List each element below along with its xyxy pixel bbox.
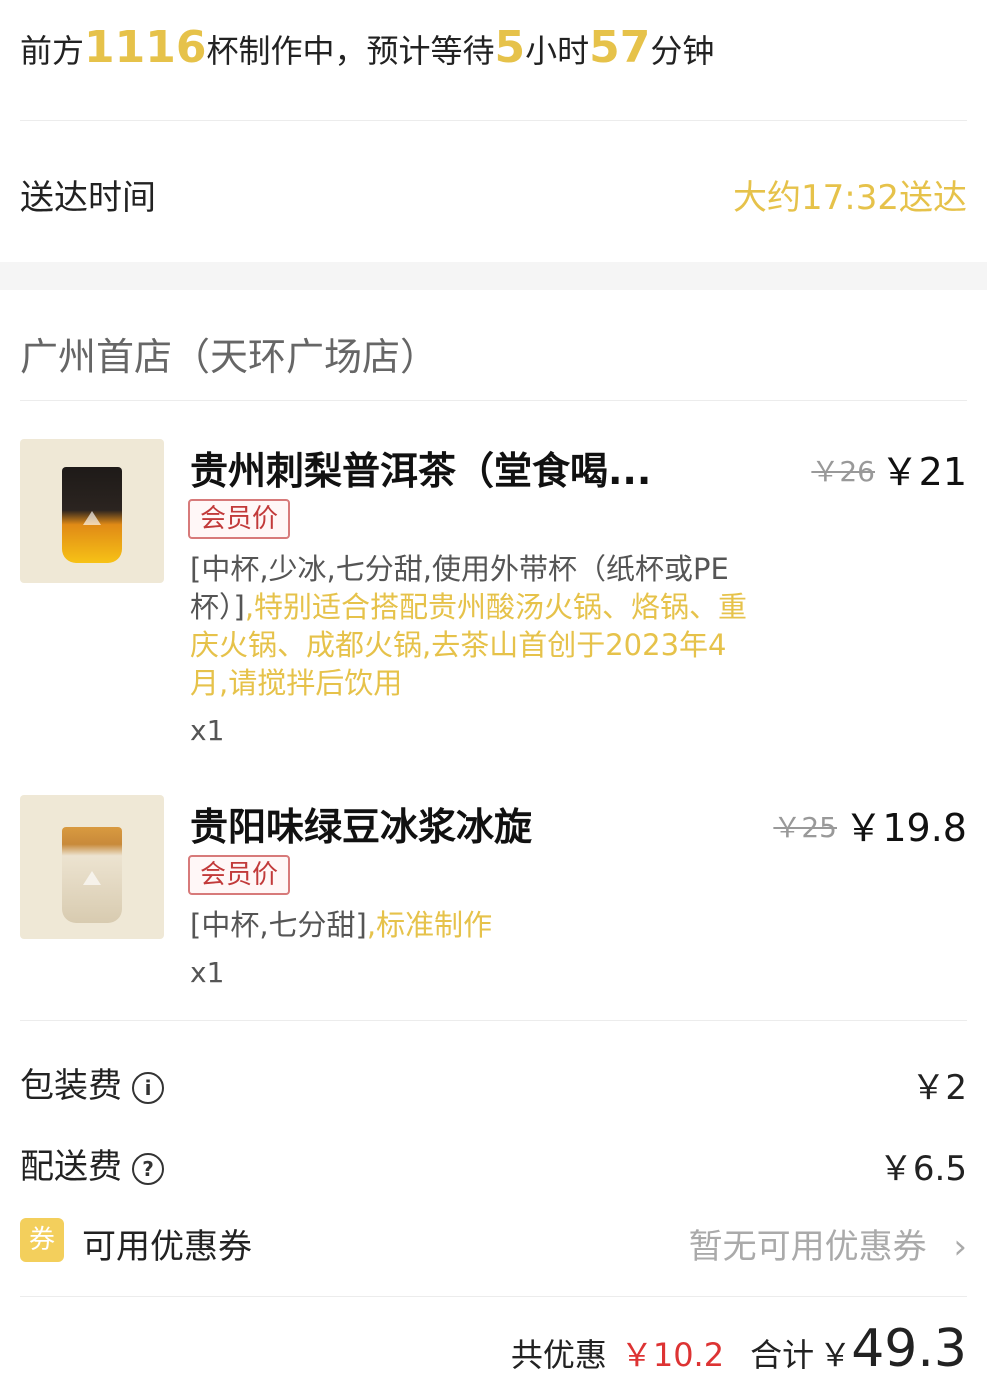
total-label: 合计 <box>750 1336 815 1374</box>
product-image <box>20 439 164 583</box>
delivery-time-label: 送达时间 <box>20 178 156 218</box>
packaging-fee-text: 包装费 <box>20 1066 122 1106</box>
logo-icon <box>83 871 101 885</box>
hour-unit: 小时 <box>525 32 590 70</box>
original-price: ￥26 <box>811 455 875 488</box>
store-name: 广州首店（天环广场店） <box>20 335 439 379</box>
divider <box>20 400 967 401</box>
queue-status: 前方1116杯制作中，预计等待5小时57分钟 <box>20 22 714 73</box>
drink-cup-image <box>62 467 122 563</box>
product-name: 贵州刺梨普洱茶（堂食喝... <box>190 449 652 493</box>
help-icon[interactable]: ? <box>132 1152 164 1185</box>
order-detail-card: 广州首店（天环广场店） 贵州刺梨普洱茶（堂食喝... ￥26 ￥21 会员价 [… <box>0 290 987 1393</box>
minute-unit: 分钟 <box>650 32 715 70</box>
product-spec: [中杯,少冰,七分甜,使用外带杯（纸杯或PE杯）],特别适合搭配贵州酸汤火锅、烙… <box>190 550 750 702</box>
order-total: 共优惠 ￥10.2 合计 ￥49.3 <box>511 1319 967 1379</box>
wait-hours: 5 <box>494 22 526 73</box>
spec-note: ,标准制作 <box>366 908 493 942</box>
current-price: ￥19.8 <box>844 806 967 850</box>
total-amount: 49.3 <box>851 1319 967 1379</box>
discount-amount: ￥10.2 <box>620 1336 725 1374</box>
product-spec: [中杯,七分甜],标准制作 <box>190 906 750 944</box>
chevron-right-icon: › <box>953 1227 967 1267</box>
discount-label: 共优惠 <box>510 1336 607 1374</box>
drink-cup-image <box>62 827 122 923</box>
delivery-fee-label: 配送费? <box>20 1139 164 1188</box>
order-status-card: 前方1116杯制作中，预计等待5小时57分钟 送达时间 大约17:32送达 <box>0 0 987 262</box>
packaging-fee-label: 包装费 i <box>20 1058 164 1107</box>
info-icon[interactable]: i <box>132 1071 164 1104</box>
member-price-tag: 会员价 <box>188 499 291 539</box>
queue-prefix: 前方 <box>20 32 85 70</box>
item-quantity: x1 <box>190 956 225 989</box>
currency-symbol: ￥ <box>819 1336 852 1374</box>
product-image <box>20 795 164 939</box>
queue-cups-count: 1116 <box>84 22 207 73</box>
coupon-icon: 券 <box>20 1218 64 1262</box>
delivery-fee-value: ￥6.5 <box>878 1149 967 1189</box>
member-price-tag: 会员价 <box>188 855 291 895</box>
current-price: ￥21 <box>880 450 967 494</box>
item-quantity: x1 <box>190 714 225 747</box>
logo-icon <box>83 511 101 525</box>
coupon-label: 可用优惠券 <box>82 1227 252 1267</box>
wait-minutes: 57 <box>589 22 651 73</box>
packaging-fee-value: ￥2 <box>911 1068 967 1108</box>
queue-mid-text: 杯制作中，预计等待 <box>206 32 495 70</box>
coupon-value[interactable]: 暂无可用优惠券 › <box>689 1219 967 1268</box>
spec-note: ,特别适合搭配贵州酸汤火锅、烙锅、重庆火锅、成都火锅,去茶山首创于2023年4月… <box>190 590 748 700</box>
divider <box>20 1020 967 1021</box>
product-name: 贵阳味绿豆冰浆冰旋 <box>190 805 533 849</box>
divider <box>20 120 967 121</box>
spec-options: [中杯,七分甜] <box>190 908 367 942</box>
coupon-status: 暂无可用优惠券 <box>688 1227 927 1267</box>
delivery-fee-text: 配送费 <box>20 1147 122 1187</box>
original-price: ￥25 <box>773 811 837 844</box>
divider <box>20 1296 967 1297</box>
delivery-time-value[interactable]: 大约17:32送达 <box>733 170 967 219</box>
